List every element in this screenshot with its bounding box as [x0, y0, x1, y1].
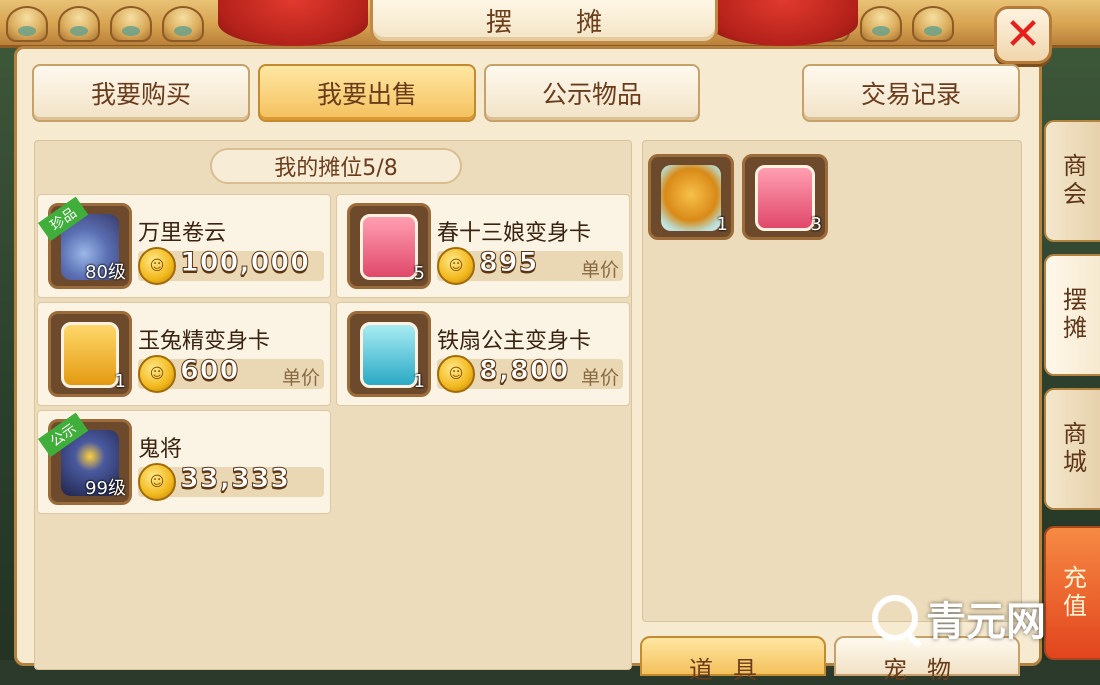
item-price: 895	[478, 247, 539, 279]
unit-price-label: 单价	[580, 259, 619, 281]
item-price: 33,333	[179, 463, 291, 495]
card-art	[360, 214, 418, 280]
window-title: 摆 摊	[370, 0, 718, 44]
roof-tile	[6, 6, 48, 42]
tab-label: 道具	[689, 656, 777, 684]
roof-tile	[162, 6, 204, 42]
watermark-logo-icon	[872, 595, 918, 641]
side-tab-label: 摆摊	[1058, 287, 1087, 343]
tab-label: 交易记录	[860, 80, 961, 109]
tab-sell[interactable]: 我要出售	[258, 64, 476, 122]
item-name: 铁扇公主变身卡	[437, 329, 592, 354]
stall-title: 我的摊位5/8	[210, 148, 462, 184]
item-price: 100,000	[180, 247, 310, 279]
item-name: 春十三娘变身卡	[437, 221, 592, 246]
item-name: 玉兔精变身卡	[138, 329, 271, 354]
stall-slot[interactable]: 80级 珍品 万里卷云 ☺ 100,000	[37, 194, 331, 298]
level-label: 80级	[85, 262, 126, 283]
side-tab-mall[interactable]: 商城	[1044, 388, 1100, 510]
quantity-label: 1	[114, 371, 126, 392]
coin-icon: ☺	[138, 463, 176, 501]
transform-card-icon	[755, 165, 815, 231]
close-button[interactable]: ✕	[994, 6, 1052, 64]
roof-tile	[58, 6, 100, 42]
tab-label: 我要购买	[90, 80, 191, 109]
side-tab-label: 商城	[1058, 421, 1087, 477]
roof-tile	[912, 6, 954, 42]
side-tab-label: 商会	[1058, 153, 1087, 209]
coin-icon: ☺	[138, 247, 176, 285]
coin-icon: ☺	[437, 355, 475, 393]
inventory-slot[interactable]: 1	[648, 154, 734, 240]
tab-label: 我要出售	[316, 80, 417, 109]
tab-label: 公示物品	[541, 80, 642, 109]
tab-public-items[interactable]: 公示物品	[484, 64, 700, 122]
transform-card-icon: 1	[48, 311, 132, 397]
quantity-label: 3	[810, 214, 822, 235]
tab-label: 宠物	[883, 656, 971, 684]
tab-trade-records[interactable]: 交易记录	[802, 64, 1020, 122]
unit-price-label: 单价	[281, 367, 320, 389]
quantity-label: 1	[413, 371, 425, 392]
unit-price-label: 单价	[580, 367, 619, 389]
coin-icon: ☺	[437, 247, 475, 285]
item-price: 8,800	[478, 355, 570, 387]
stall-slot[interactable]: 5 春十三娘变身卡 ☺ 895 单价	[336, 194, 630, 298]
watermark-text: 青元网	[926, 599, 1046, 645]
card-art	[61, 322, 119, 388]
roof-tile	[860, 6, 902, 42]
card-art	[360, 322, 418, 388]
coin-icon: ☺	[138, 355, 176, 393]
site-watermark: 青元网	[872, 592, 1092, 645]
level-label: 99级	[85, 478, 126, 499]
red-curtain	[708, 0, 858, 46]
inventory-slot[interactable]: 3	[742, 154, 828, 240]
quantity-label: 5	[413, 263, 425, 284]
tab-items[interactable]: 道具	[640, 636, 826, 684]
item-name: 万里卷云	[138, 221, 227, 246]
close-icon: ✕	[1004, 9, 1042, 60]
stall-slot[interactable]: 1 玉兔精变身卡 ☺ 600 单价	[37, 302, 331, 406]
side-tab-chamber[interactable]: 商会	[1044, 120, 1100, 242]
stall-slot[interactable]: 99级 公示 鬼将 ☺ 33,333	[37, 410, 331, 514]
red-curtain	[218, 0, 368, 46]
item-price: 600	[179, 355, 240, 387]
zongzi-food-icon	[661, 165, 721, 231]
item-name: 鬼将	[138, 437, 183, 462]
tab-buy[interactable]: 我要购买	[32, 64, 250, 122]
transform-card-icon: 5	[347, 203, 431, 289]
side-tab-stall[interactable]: 摆摊	[1044, 254, 1100, 376]
transform-card-icon: 1	[347, 311, 431, 397]
quantity-label: 1	[716, 214, 728, 235]
stall-slot[interactable]: 1 铁扇公主变身卡 ☺ 8,800 单价	[336, 302, 630, 406]
roof-tile	[110, 6, 152, 42]
